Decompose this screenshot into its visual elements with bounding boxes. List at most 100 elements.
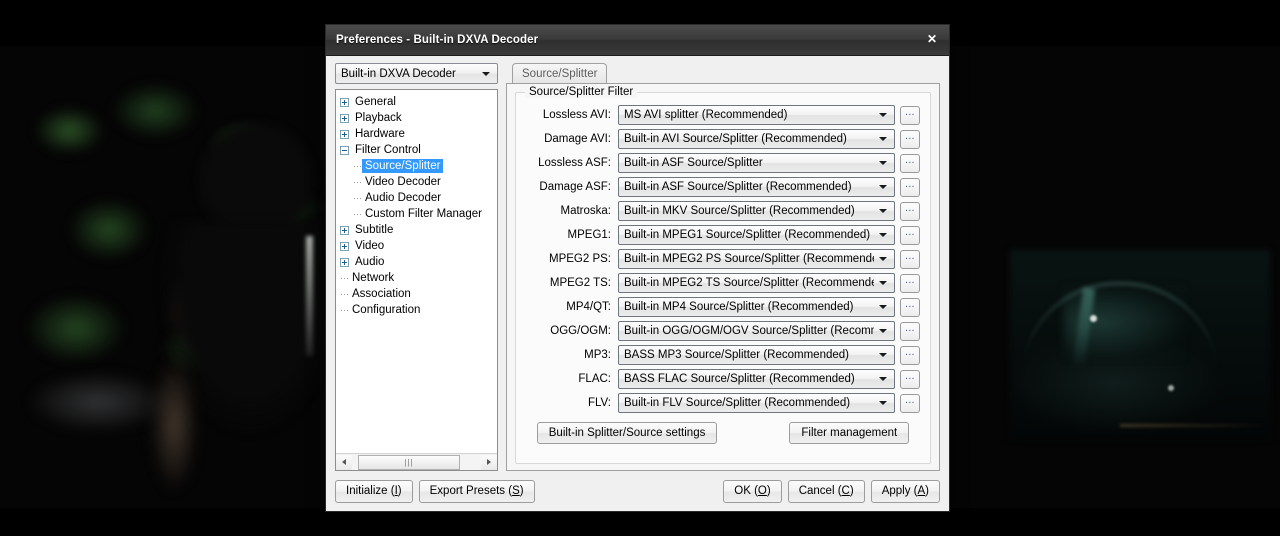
window-title: Preferences - Built-in DXVA Decoder (336, 34, 538, 46)
expand-icon[interactable] (340, 114, 349, 123)
tree-item-audio-decoder[interactable]: ⋯Audio Decoder (336, 190, 497, 206)
filter-select[interactable]: Built-in MKV Source/Splitter (Recommende… (618, 201, 895, 221)
letterbox-bottom (0, 508, 1280, 536)
browse-button[interactable]: ... (900, 394, 920, 413)
filter-label: MPEG2 PS: (526, 253, 618, 265)
tree-item-hardware[interactable]: Hardware (336, 126, 497, 142)
browse-button[interactable]: ... (900, 106, 920, 125)
groupbox-title: Source/Splitter Filter (525, 86, 637, 98)
ok-button[interactable]: OK (O) (723, 480, 781, 503)
cancel-button[interactable]: Cancel (C) (788, 480, 865, 503)
expand-icon[interactable] (340, 258, 349, 267)
filter-select[interactable]: MS AVI splitter (Recommended) (618, 105, 895, 125)
filter-select[interactable]: BASS MP3 Source/Splitter (Recommended) (618, 345, 895, 365)
tree-item-video-decoder[interactable]: ⋯Video Decoder (336, 174, 497, 190)
tree-item-audio[interactable]: Audio (336, 254, 497, 270)
preset-select[interactable]: Built-in DXVA Decoder (335, 63, 498, 84)
chevron-down-icon (879, 161, 887, 165)
filter-label: Damage AVI: (526, 133, 618, 145)
footer-right-buttons: OK (O) Cancel (C) Apply (A) (723, 480, 940, 503)
filter-label: MPEG2 TS: (526, 277, 618, 289)
chevron-down-icon (879, 401, 887, 405)
arrow-left-icon[interactable] (336, 455, 352, 470)
tree-connector-icon: ⋯ (353, 162, 362, 171)
apply-button[interactable]: Apply (A) (871, 480, 940, 503)
tab-strip: Source/Splitter (506, 63, 940, 83)
expand-icon[interactable] (340, 130, 349, 139)
filter-label: Lossless AVI: (526, 109, 618, 121)
export-presets-button[interactable]: Export Presets (S) (419, 480, 535, 503)
expand-icon[interactable] (340, 226, 349, 235)
tree-item-filter-control[interactable]: Filter Control (336, 142, 497, 158)
browse-button[interactable]: ... (900, 178, 920, 197)
tree-item-custom-filter-manager[interactable]: ⋯Custom Filter Manager (336, 206, 497, 222)
filter-row: Damage ASF:Built-in ASF Source/Splitter … (526, 177, 920, 197)
chevron-down-icon (879, 281, 887, 285)
browse-button[interactable]: ... (900, 346, 920, 365)
browse-button[interactable]: ... (900, 226, 920, 245)
browse-button[interactable]: ... (900, 202, 920, 221)
background-light-dot (1168, 385, 1174, 391)
filter-select[interactable]: Built-in ASF Source/Splitter (Recommende… (618, 177, 895, 197)
filter-select[interactable]: Built-in AVI Source/Splitter (Recommende… (618, 129, 895, 149)
tab-source-splitter[interactable]: Source/Splitter (512, 63, 607, 83)
tree-item-source-splitter[interactable]: ⋯Source/Splitter (336, 158, 497, 174)
chevron-down-icon (879, 209, 887, 213)
browse-button[interactable]: ... (900, 154, 920, 173)
tree-item-association[interactable]: ⋯Association (336, 286, 497, 302)
tree-connector-icon: ⋯ (353, 194, 362, 203)
initialize-button[interactable]: Initialize (I) (335, 480, 413, 503)
tree-item-subtitle[interactable]: Subtitle (336, 222, 497, 238)
scrollbar-thumb[interactable]: ||| (358, 455, 460, 470)
expand-icon[interactable] (340, 242, 349, 251)
filter-select[interactable]: Built-in MPEG2 PS Source/Splitter (Recom… (618, 249, 895, 269)
filter-select-value: Built-in OGG/OGM/OGV Source/Splitter (Re… (624, 325, 874, 337)
tree-item-label: Subtitle (352, 223, 396, 237)
browse-button[interactable]: ... (900, 130, 920, 149)
tree-item-network[interactable]: ⋯Network (336, 270, 497, 286)
browse-button[interactable]: ... (900, 370, 920, 389)
settings-tree-list[interactable]: GeneralPlaybackHardwareFilter Control⋯So… (336, 90, 497, 453)
dialog-body: Built-in DXVA Decoder GeneralPlaybackHar… (326, 56, 949, 471)
chevron-down-icon (879, 113, 887, 117)
filter-select-value: BASS FLAC Source/Splitter (Recommended) (624, 373, 855, 385)
filter-row: FLV:Built-in FLV Source/Splitter (Recomm… (526, 393, 920, 413)
filter-select[interactable]: Built-in ASF Source/Splitter (618, 153, 895, 173)
filter-label: MP3: (526, 349, 618, 361)
tree-item-playback[interactable]: Playback (336, 110, 497, 126)
filter-select[interactable]: Built-in MP4 Source/Splitter (Recommende… (618, 297, 895, 317)
builtin-splitter-source-settings-button[interactable]: Built-in Splitter/Source settings (537, 422, 718, 444)
filter-select[interactable]: BASS FLAC Source/Splitter (Recommended) (618, 369, 895, 389)
tree-item-general[interactable]: General (336, 94, 497, 110)
background-light-streak (1120, 424, 1270, 427)
browse-button[interactable]: ... (900, 322, 920, 341)
browse-button[interactable]: ... (900, 250, 920, 269)
close-icon[interactable]: ✕ (919, 28, 945, 50)
filter-select[interactable]: Built-in MPEG2 TS Source/Splitter (Recom… (618, 273, 895, 293)
filter-select[interactable]: Built-in OGG/OGM/OGV Source/Splitter (Re… (618, 321, 895, 341)
arrow-right-icon[interactable] (481, 455, 497, 470)
accelerator-key: C (842, 485, 850, 497)
filter-select[interactable]: Built-in MPEG1 Source/Splitter (Recommen… (618, 225, 895, 245)
chevron-down-icon (879, 353, 887, 357)
filter-row: Matroska:Built-in MKV Source/Splitter (R… (526, 201, 920, 221)
browse-button[interactable]: ... (900, 298, 920, 317)
footer-left-buttons: Initialize (I) Export Presets (S) (335, 480, 535, 503)
chevron-down-icon (879, 185, 887, 189)
tree-item-configuration[interactable]: ⋯Configuration (336, 302, 497, 318)
scrollbar-track[interactable]: ||| (352, 455, 481, 470)
tree-item-label: Custom Filter Manager (362, 207, 485, 221)
collapse-icon[interactable] (340, 146, 349, 155)
tree-item-video[interactable]: Video (336, 238, 497, 254)
filter-label: Lossless ASF: (526, 157, 618, 169)
tree-horizontal-scrollbar[interactable]: ||| (336, 453, 497, 470)
filter-select-value: Built-in MPEG1 Source/Splitter (Recommen… (624, 229, 870, 241)
background-light-dot (1090, 315, 1097, 322)
filter-management-button[interactable]: Filter management (789, 422, 909, 444)
accelerator-key: S (512, 485, 520, 497)
expand-icon[interactable] (340, 98, 349, 107)
browse-button[interactable]: ... (900, 274, 920, 293)
filter-select[interactable]: Built-in FLV Source/Splitter (Recommende… (618, 393, 895, 413)
filter-row: Lossless AVI:MS AVI splitter (Recommende… (526, 105, 920, 125)
tree-item-label: Network (349, 271, 397, 285)
